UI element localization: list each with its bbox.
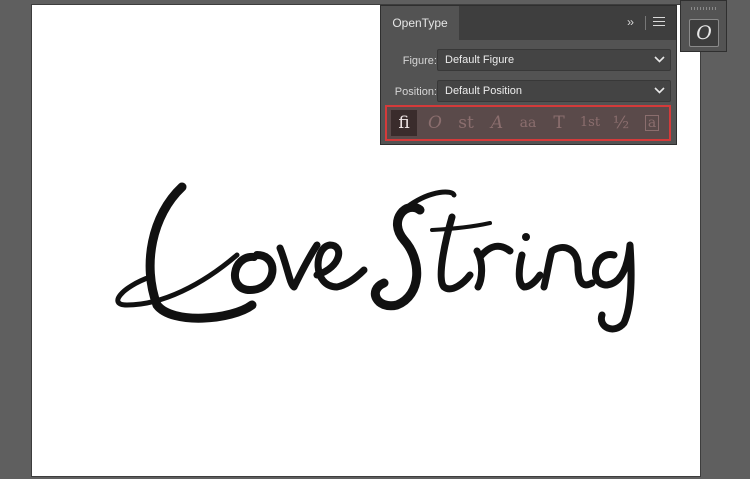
chevron-down-icon	[654, 56, 665, 63]
ligatures-button[interactable]: fi	[391, 110, 417, 136]
double-chevron-right-icon[interactable]: ››	[627, 15, 634, 29]
tab-divider	[645, 16, 646, 30]
opentype-feature-bar: fi O st A aa T 1st ½ a	[385, 105, 671, 141]
opentype-panel[interactable]: OpenType ›› Figure: Default Figure Posit…	[380, 5, 677, 145]
fractions-button[interactable]: ½	[608, 110, 634, 136]
position-dropdown[interactable]: Default Position	[437, 80, 671, 102]
figure-value: Default Figure	[445, 54, 515, 66]
chevron-down-icon	[654, 87, 665, 94]
discretionary-ligatures-button[interactable]: st	[453, 110, 479, 136]
ordinals-button[interactable]: 1st	[577, 110, 603, 136]
titling-alternates-button[interactable]: A	[484, 110, 510, 136]
figure-dropdown[interactable]: Default Figure	[437, 49, 671, 71]
hamburger-menu-icon[interactable]	[653, 17, 665, 28]
figure-label: Figure:	[402, 55, 437, 67]
position-label: Position:	[394, 86, 437, 98]
grip-handle-icon[interactable]	[691, 7, 717, 10]
opentype-dock-button[interactable]: O	[689, 19, 719, 47]
contextual-alternates-button[interactable]: aa	[515, 110, 541, 136]
stylistic-alternates-button[interactable]: a	[639, 110, 665, 136]
stylistic-alternates-glyph: a	[644, 115, 660, 131]
swash-button[interactable]: O	[422, 110, 448, 136]
position-value: Default Position	[445, 85, 523, 97]
stylistic-sets-button[interactable]: T	[546, 110, 572, 136]
tab-opentype[interactable]: OpenType	[381, 6, 459, 40]
mini-opentype-dock: O	[680, 0, 727, 52]
